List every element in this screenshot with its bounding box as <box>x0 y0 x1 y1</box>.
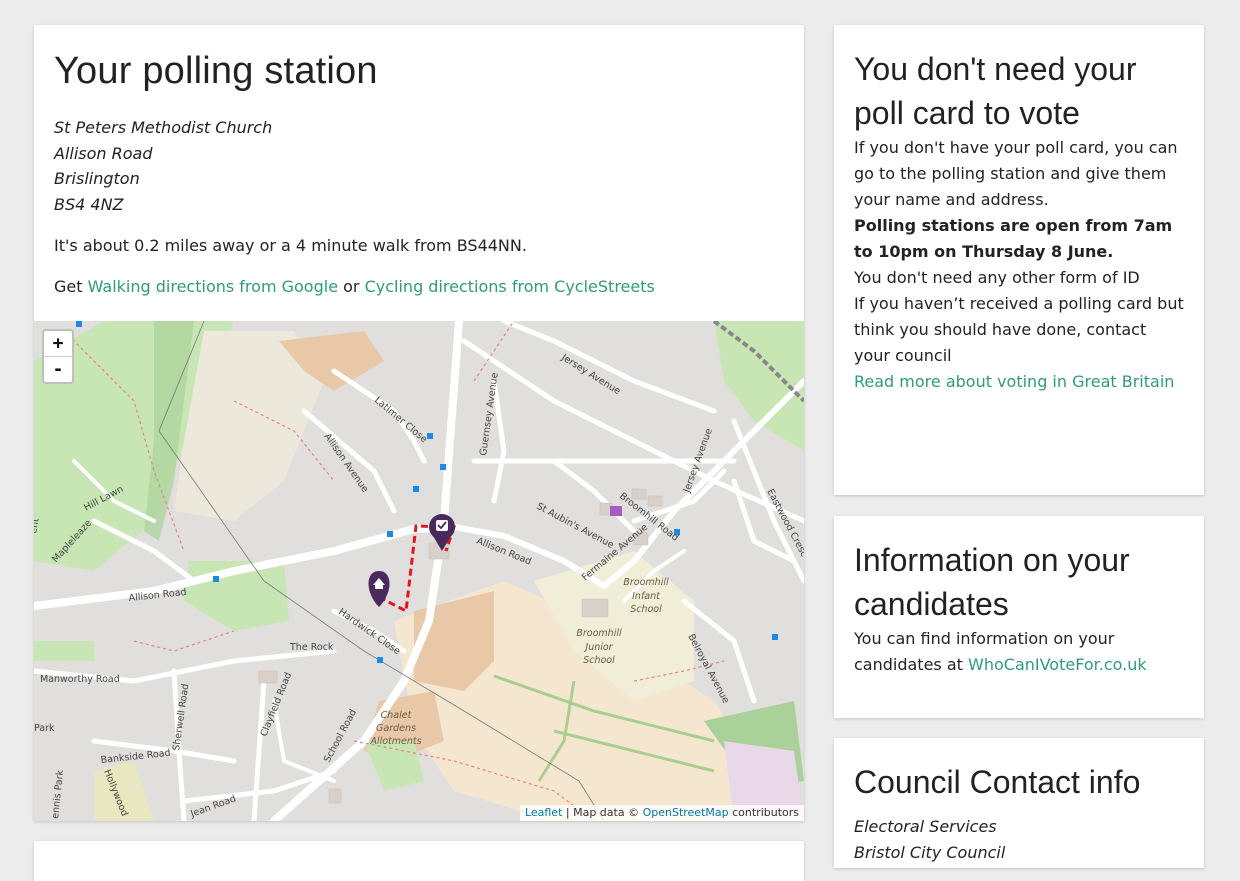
cycling-directions-link[interactable]: Cycling directions from CycleStreets <box>365 277 655 296</box>
map-label: Allotments <box>369 736 421 747</box>
get-label: Get <box>54 277 83 296</box>
voting-info-link[interactable]: Read more about voting in Great Britain <box>854 372 1174 391</box>
map-zoom-control: + - <box>42 329 74 384</box>
council-line-1: Electoral Services <box>854 817 997 836</box>
id-text: You don't need any other form of ID <box>854 268 1140 287</box>
candidates-text: You can find information on your candida… <box>854 626 1184 678</box>
shop-icon <box>610 506 622 516</box>
council-contact-card: Council Contact info Electoral Services … <box>834 738 1204 868</box>
candidates-title: Information on your candidates <box>854 542 1130 622</box>
address-line-postcode: BS4 4NZ <box>54 194 124 214</box>
map-label: Broomhill <box>576 628 622 639</box>
walking-directions-link[interactable]: Walking directions from Google <box>88 277 338 296</box>
map-label: Junior <box>583 642 613 653</box>
map-label: Manworthy Road <box>40 674 120 685</box>
candidates-card: Information on your candidates You can f… <box>834 516 1204 718</box>
zoom-in-button[interactable]: + <box>44 331 72 356</box>
distance-text: It's about 0.2 miles away or a 4 minute … <box>54 236 527 255</box>
map-label: Infant <box>632 591 661 602</box>
poll-card-title: You don't need your poll card to vote <box>854 51 1137 131</box>
map-label: School <box>583 655 615 666</box>
attrib-tail: contributors <box>728 806 799 819</box>
polling-address: St Peters Methodist Church Allison Road … <box>54 115 784 217</box>
osm-link[interactable]: OpenStreetMap <box>643 806 729 819</box>
map-label: Broomhill <box>623 577 669 588</box>
map-tiles: Allison Road Allison Road Allison Avenue… <box>34 321 804 821</box>
map-label: Park <box>34 723 55 734</box>
map-label: Gardens <box>376 723 416 734</box>
council-line-2: Bristol City Council <box>854 843 1006 862</box>
page-title: Your polling station <box>54 50 378 92</box>
opening-hours-text: Polling stations are open from 7am to 10… <box>854 216 1173 261</box>
attrib-separator: | Map data © <box>562 806 643 819</box>
poll-card-p1: If you don't have your poll card, you ca… <box>854 138 1178 209</box>
address-line-area: Brislington <box>54 169 140 188</box>
zoom-out-button[interactable]: - <box>44 356 72 382</box>
poll-card-info-card: You don't need your poll card to vote If… <box>834 25 1204 495</box>
leaflet-link[interactable]: Leaflet <box>525 806 562 819</box>
council-contact-title: Council Contact info <box>854 764 1141 800</box>
whocanivotefor-link[interactable]: WhoCanIVoteFor.co.uk <box>968 655 1147 674</box>
address-line-name: St Peters Methodist Church <box>54 118 273 137</box>
no-card-text: If you haven’t received a polling card b… <box>854 294 1184 365</box>
address-line-street: Allison Road <box>54 143 153 163</box>
or-label: or <box>343 277 360 296</box>
directions-line: Get Walking directions from Google or Cy… <box>54 274 784 300</box>
map-label: Chalet <box>381 710 413 721</box>
map-attribution: Leaflet | Map data © OpenStreetMap contr… <box>519 805 804 821</box>
next-card <box>34 841 804 881</box>
map-label: The Rock <box>289 642 334 653</box>
polling-map[interactable]: Allison Road Allison Road Allison Avenue… <box>34 321 804 821</box>
map-label: School <box>630 604 662 615</box>
polling-station-card: Your polling station St Peters Methodist… <box>34 25 804 821</box>
